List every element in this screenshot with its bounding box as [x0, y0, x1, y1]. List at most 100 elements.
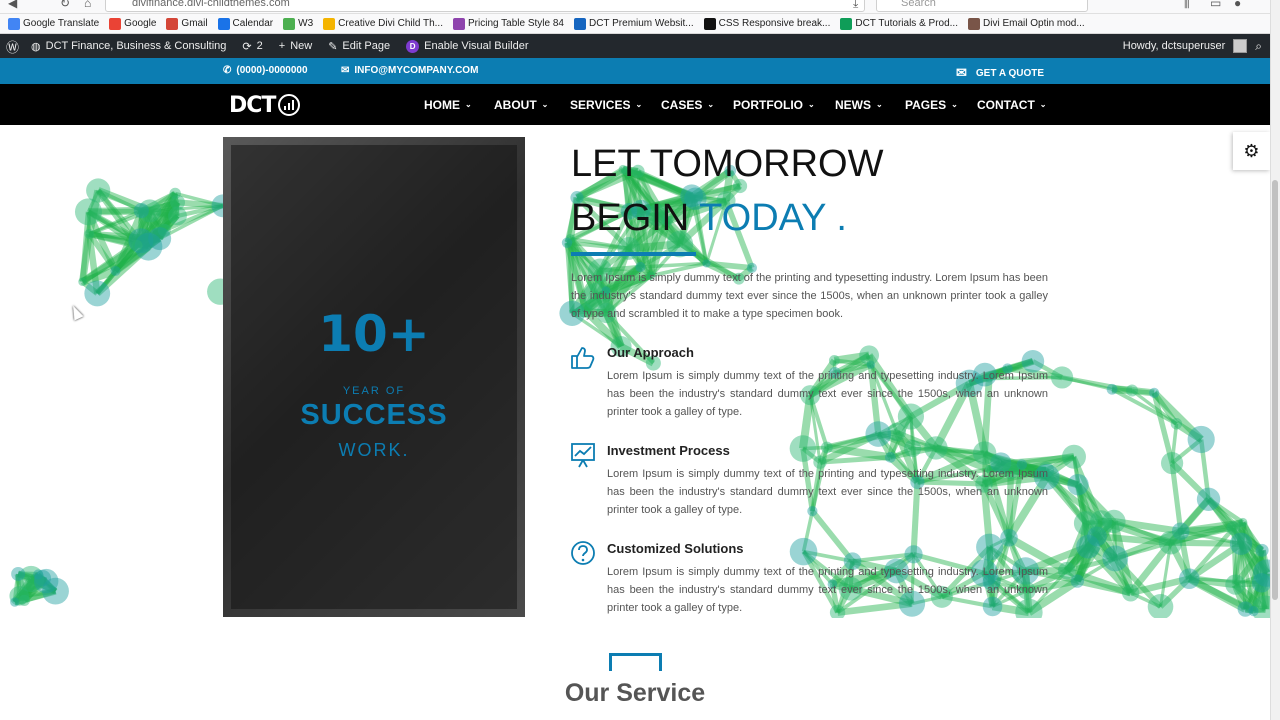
site-name-link[interactable]: ◍ DCT Finance, Business & Consulting	[31, 40, 226, 53]
browser-toolbar: ◀ ↻ ⌂ divifinance.divi-childthemes.com S…	[0, 0, 1280, 14]
menu-item-about[interactable]: ABOUT ⌄	[494, 98, 548, 112]
chevron-down-icon: ⌄	[635, 100, 643, 109]
network-node	[1061, 444, 1086, 469]
feature-title-investment: Investment Process	[607, 443, 730, 458]
menu-item-news[interactable]: NEWS ⌄	[835, 98, 883, 112]
network-node	[1255, 543, 1269, 557]
bookmark-label: Google Translate	[23, 18, 100, 29]
network-node	[1067, 473, 1089, 496]
stat-line-3: WORK.	[338, 440, 410, 460]
google-icon	[109, 17, 122, 30]
network-node	[904, 545, 923, 564]
network-node	[1057, 561, 1076, 580]
account-icon[interactable]: ●	[1234, 0, 1241, 10]
bookmark-item[interactable]: Gmail	[166, 17, 208, 30]
avatar[interactable]	[1233, 39, 1248, 53]
email-address: INFO@MYCOMPANY.COM	[354, 65, 479, 76]
network-node	[1187, 425, 1215, 454]
updates-link[interactable]: ⟳ 2	[242, 40, 262, 53]
url-field[interactable]: divifinance.divi-childthemes.com	[105, 0, 865, 12]
bookmark-item[interactable]: DCT Tutorials & Prod...	[840, 17, 958, 30]
bookmark-label: Creative Divi Child Th...	[338, 18, 443, 29]
hero-section: 10+ YEAR OF SUCCESS WORK. LET TOMORROW B…	[0, 125, 1270, 618]
heading-accent: TODAY .	[699, 197, 847, 239]
network-node	[1229, 532, 1253, 555]
network-node	[1158, 530, 1183, 555]
network-node	[1196, 487, 1221, 511]
menu-item-cases[interactable]: CASES ⌄	[661, 98, 714, 112]
top-contact-bar: ✆ (0000)-0000000 ✉ INFO@MYCOMPANY.COM ✉ GET…	[0, 58, 1270, 84]
growth-chart-icon	[278, 94, 301, 116]
get-quote-link[interactable]: ✉ GET A QUOTE	[956, 65, 1044, 81]
menu-item-home[interactable]: HOME ⌄	[424, 98, 472, 112]
bookmark-item[interactable]: Divi Email Optin mod...	[968, 17, 1085, 30]
bookmark-item[interactable]: Creative Divi Child Th...	[323, 17, 443, 30]
network-node	[1238, 517, 1248, 528]
chart-board-icon	[571, 443, 595, 468]
scrollbar-thumb[interactable]	[1272, 180, 1278, 600]
download-icon[interactable]: ⤓	[853, 0, 858, 11]
bookmark-item[interactable]: Pricing Table Style 84	[453, 17, 564, 30]
library-icon[interactable]: ⫼	[1184, 0, 1190, 11]
sidebar-icon[interactable]: ▭	[1210, 0, 1221, 10]
feature-body-investment: Lorem Ipsum is simply dummy text of the …	[607, 468, 1048, 516]
bookmark-item[interactable]: Google Translate	[8, 17, 100, 30]
network-node	[1126, 384, 1139, 397]
menu-label: NEWS	[835, 97, 871, 112]
hero-intro: Lorem Ipsum is simply dummy text of the …	[571, 272, 1048, 320]
menu-item-pages[interactable]: PAGES ⌄	[905, 98, 958, 112]
network-node	[78, 277, 87, 286]
bookmark-item[interactable]: W3	[283, 17, 313, 30]
feature-body-approach: Lorem Ipsum is simply dummy text of the …	[607, 370, 1048, 418]
get-quote-label: GET A QUOTE	[975, 67, 1045, 79]
site-logo[interactable]: DCT	[229, 93, 301, 118]
home-icon[interactable]: ⌂	[84, 0, 91, 10]
chevron-down-icon: ⌄	[808, 100, 815, 109]
back-icon[interactable]: ◀	[8, 0, 17, 10]
chevron-down-icon: ⌄	[465, 100, 472, 109]
chevron-down-icon: ⌄	[951, 100, 958, 109]
bookmark-item[interactable]: CSS Responsive break...	[703, 17, 831, 30]
reload-icon[interactable]: ↻	[60, 0, 70, 10]
network-node	[10, 597, 20, 607]
updates-icon: ⟳	[242, 40, 252, 53]
network-node	[903, 439, 922, 458]
network-node	[131, 240, 143, 252]
bookmark-item[interactable]: Google	[109, 17, 156, 30]
chevron-down-icon: ⌄	[541, 100, 549, 109]
bookmark-label: Gmail	[181, 18, 208, 29]
search-icon[interactable]: ⌕	[1255, 39, 1262, 54]
stat-number: 10+	[318, 305, 430, 363]
chevron-down-icon: ⌄	[1039, 100, 1047, 109]
user-greeting[interactable]: Howdy, dctsuperuser	[1123, 40, 1226, 52]
site-name-label: DCT Finance, Business & Consulting	[45, 40, 227, 52]
bookmark-item[interactable]: DCT Premium Websit...	[573, 17, 694, 30]
menu-item-portfolio[interactable]: PORTFOLIO ⌄	[733, 98, 815, 112]
new-content-link[interactable]: + New	[279, 40, 312, 52]
menu-label: SERVICES	[570, 97, 631, 112]
phone-link[interactable]: ✆ (0000)-0000000	[223, 65, 308, 76]
menu-item-contact[interactable]: CONTACT ⌄	[977, 98, 1046, 112]
wordpress-icon[interactable]: Ⓦ	[6, 37, 19, 56]
github-icon	[703, 17, 716, 30]
plus-icon: +	[278, 40, 286, 52]
envelope-icon: ✉	[341, 65, 350, 76]
chevron-down-icon: ⌄	[707, 100, 715, 109]
network-node	[1050, 366, 1074, 389]
email-link[interactable]: ✉ INFO@MYCOMPANY.COM	[341, 65, 478, 76]
bookmark-item[interactable]: Calendar	[217, 17, 273, 30]
network-node	[1090, 510, 1113, 533]
network-node	[828, 355, 840, 366]
network-node	[924, 436, 948, 460]
edit-page-link[interactable]: ✎ Edit Page	[328, 40, 390, 53]
menu-label: CONTACT	[977, 97, 1035, 112]
visual-builder-link[interactable]: D Enable Visual Builder	[406, 39, 529, 53]
network-node	[1106, 383, 1118, 395]
browser-search-input[interactable]: Search	[876, 0, 1088, 12]
network-node	[1225, 574, 1246, 595]
menu-item-services[interactable]: SERVICES ⌄	[570, 98, 642, 112]
network-node	[133, 202, 149, 219]
service-decoration	[609, 653, 662, 671]
bookmark-label: CSS Responsive break...	[718, 18, 831, 29]
settings-toggle[interactable]: ⚙	[1233, 132, 1270, 170]
